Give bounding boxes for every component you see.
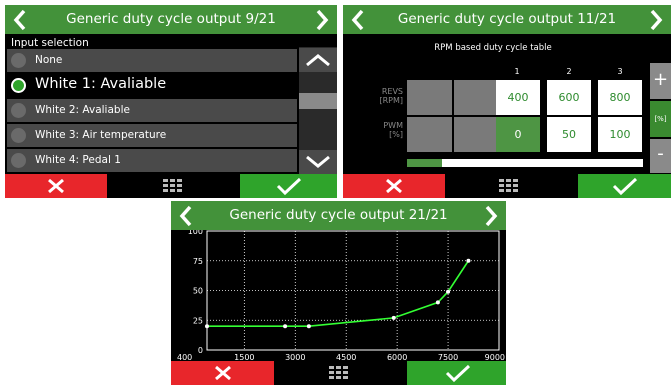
table-cell-empty[interactable] [454,80,499,115]
data-point [205,324,209,329]
cancel-button[interactable] [171,361,274,385]
x-icon [48,178,64,194]
row-label-line: REVS [381,87,403,96]
input-selection-screen: Generic duty cycle output 9/21 Input sel… [5,5,337,198]
grid-icon[interactable] [329,366,349,380]
x-tick-label: 400 [177,353,192,361]
grid-icon[interactable] [163,179,183,193]
header-bar: Generic duty cycle output 21/21 [171,201,506,230]
x-icon [386,178,402,194]
footer-bar [171,361,506,385]
data-point [306,324,311,329]
page-title: Generic duty cycle output 11/21 [397,11,617,27]
scroll-up-button[interactable] [299,48,337,72]
x-tick-label: 4500 [336,353,356,361]
column-header: 3 [617,67,623,76]
chevron-right-icon[interactable] [482,204,500,228]
x-icon [215,365,231,381]
confirm-button[interactable] [240,174,337,198]
cancel-button[interactable] [343,174,445,198]
data-point [391,315,396,320]
table-cell[interactable]: 100 [598,117,642,152]
radio-icon [11,153,26,168]
x-tick-label: 6000 [387,353,407,361]
table-cell-empty[interactable] [407,117,452,152]
duty-cycle-table-screen: Generic duty cycle output 11/21 RPM base… [343,5,671,198]
row-label-unit: [RPM] [379,96,403,105]
list-item-label: None [35,54,63,66]
table-cell[interactable]: 400 [496,80,540,115]
list-item[interactable]: White 4: Pedal 1 [7,149,297,172]
radio-icon [11,128,26,143]
row-label-pwm: PWM [%] [359,121,403,139]
series-line [207,260,470,327]
data-point [283,324,288,329]
column-header: 1 [514,67,520,76]
table-cell[interactable]: 50 [547,117,591,152]
unit-toggle-button[interactable]: [%] [650,101,671,137]
x-tick-label: 1500 [234,353,254,361]
footer-bar [343,174,671,198]
chevron-right-icon[interactable] [647,8,665,32]
table-cell-empty[interactable] [454,117,499,152]
chevron-right-icon[interactable] [313,8,331,32]
confirm-button[interactable] [578,174,671,198]
y-tick-label: 100 [188,230,203,236]
page-title: Generic duty cycle output 9/21 [66,11,276,27]
list-item-label: White 1: Avaliable [35,76,167,92]
confirm-button[interactable] [407,361,506,385]
chevron-up-icon [306,54,330,67]
table-scroll-track[interactable] [407,159,643,167]
table-cell-empty[interactable] [407,80,452,115]
scroll-thumb[interactable] [299,93,337,109]
y-tick-label: 25 [193,316,203,325]
list-item-label: White 2: Avaliable [35,104,130,116]
table-scroll-indicator [407,159,442,167]
radio-icon [11,103,26,118]
check-icon [276,177,302,196]
table-cell-active[interactable]: 0 [496,117,540,152]
page-title: Generic duty cycle output 21/21 [229,207,448,223]
check-icon [612,177,638,196]
duty-cycle-chart[interactable]: 0 25 50 75 100 400 1500 3000 4500 6000 7500 9000 [171,230,506,361]
list-item-label: White 3: Air temperature [35,129,167,141]
y-tick-label: 50 [193,287,203,296]
header-bar: Generic duty cycle output 9/21 [5,5,337,34]
list-item-selected[interactable]: White 1: Avaliable [7,74,297,97]
data-point [435,300,440,305]
section-label: Input selection [11,37,89,49]
row-label-line: PWM [383,121,403,130]
data-point [446,289,451,294]
chevron-down-icon [306,155,330,168]
scroll-down-button[interactable] [299,150,337,174]
plot-frame [206,230,500,351]
grid-icon[interactable] [499,179,519,193]
row-label-unit: [%] [389,130,403,139]
row-label-revs: REVS [RPM] [359,87,403,105]
radio-selected-icon [11,78,26,93]
header-bar: Generic duty cycle output 11/21 [343,5,671,34]
increment-button[interactable]: + [650,63,671,99]
check-icon [445,364,471,383]
table-title: RPM based duty cycle table [434,43,552,53]
x-tick-label: 3000 [285,353,305,361]
radio-icon [11,53,26,68]
column-header: 2 [566,67,572,76]
cancel-button[interactable] [5,174,107,198]
table-cell[interactable]: 600 [547,80,591,115]
list-item-label: White 4: Pedal 1 [35,154,121,166]
data-point [466,258,471,263]
y-tick-label: 75 [193,257,203,266]
x-tick-label: 7500 [438,353,458,361]
list-item[interactable]: None [7,49,297,72]
list-item[interactable]: White 2: Avaliable [7,99,297,122]
table-cell[interactable]: 800 [598,80,642,115]
duty-cycle-chart-screen: Generic duty cycle output 21/21 0 25 50 75 1… [171,201,506,385]
footer-bar [5,174,337,198]
y-tick-label: 0 [198,346,203,355]
decrement-button[interactable]: - [650,139,671,173]
list-item[interactable]: White 3: Air temperature [7,124,297,147]
x-tick-label: 9000 [485,353,505,361]
